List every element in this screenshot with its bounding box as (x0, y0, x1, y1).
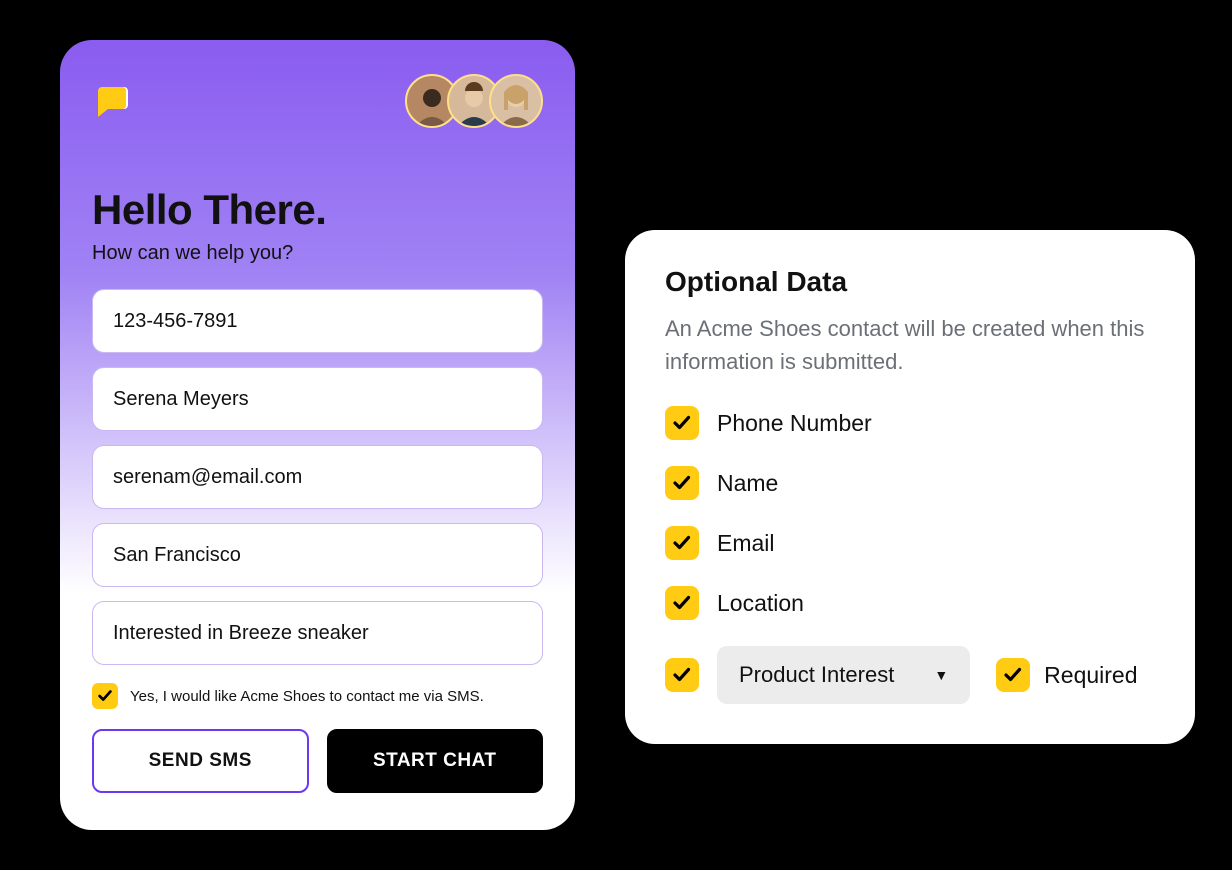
check-icon (671, 472, 693, 494)
chevron-down-icon: ▼ (934, 667, 948, 683)
option-label: Email (717, 530, 775, 557)
check-icon (1002, 664, 1024, 686)
consent-text: Yes, I would like Acme Shoes to contact … (130, 688, 484, 705)
name-field[interactable]: Serena Meyers (92, 367, 543, 431)
send-sms-label: SEND SMS (149, 750, 252, 772)
select-value: Product Interest (739, 662, 894, 688)
phone-value: 123-456-7891 (113, 310, 238, 333)
location-value: San Francisco (113, 544, 241, 567)
check-icon (671, 664, 693, 686)
settings-title: Optional Data (665, 266, 1155, 298)
email-field[interactable]: serenam@email.com (92, 445, 543, 509)
option-row-select: Product Interest ▼ Required (665, 646, 1155, 704)
chat-subtitle: How can we help you? (92, 242, 543, 265)
chat-title: Hello There. (92, 186, 543, 234)
required-label: Required (1044, 662, 1137, 689)
option-checkbox[interactable] (665, 406, 699, 440)
option-label: Phone Number (717, 410, 872, 437)
option-checkbox[interactable] (665, 526, 699, 560)
required-group: Required (996, 658, 1137, 692)
chat-bubble-icon (92, 81, 132, 121)
agent-avatars (417, 74, 543, 128)
option-row-email: Email (665, 526, 1155, 560)
option-checkbox[interactable] (665, 466, 699, 500)
check-icon (96, 687, 114, 705)
optional-data-card: Optional Data An Acme Shoes contact will… (625, 230, 1195, 744)
name-value: Serena Meyers (113, 388, 249, 411)
option-row-phone: Phone Number (665, 406, 1155, 440)
chat-widget: Hello There. How can we help you? 123-45… (60, 40, 575, 830)
interest-value: Interested in Breeze sneaker (113, 622, 369, 645)
start-chat-button[interactable]: START CHAT (327, 729, 544, 793)
button-row: SEND SMS START CHAT (92, 729, 543, 793)
option-checkbox[interactable] (665, 658, 699, 692)
product-interest-select[interactable]: Product Interest ▼ (717, 646, 970, 704)
option-row-name: Name (665, 466, 1155, 500)
check-icon (671, 592, 693, 614)
location-field[interactable]: San Francisco (92, 523, 543, 587)
phone-field[interactable]: 123-456-7891 (92, 289, 543, 353)
consent-checkbox[interactable] (92, 683, 118, 709)
avatar (489, 74, 543, 128)
option-label: Location (717, 590, 804, 617)
required-checkbox[interactable] (996, 658, 1030, 692)
send-sms-button[interactable]: SEND SMS (92, 729, 309, 793)
chat-header (92, 74, 543, 128)
interest-field[interactable]: Interested in Breeze sneaker (92, 601, 543, 665)
option-checkbox[interactable] (665, 586, 699, 620)
check-icon (671, 412, 693, 434)
consent-row: Yes, I would like Acme Shoes to contact … (92, 683, 543, 709)
option-row-location: Location (665, 586, 1155, 620)
email-value: serenam@email.com (113, 466, 302, 489)
start-chat-label: START CHAT (373, 750, 497, 772)
settings-description: An Acme Shoes contact will be created wh… (665, 312, 1155, 378)
option-label: Name (717, 470, 778, 497)
check-icon (671, 532, 693, 554)
